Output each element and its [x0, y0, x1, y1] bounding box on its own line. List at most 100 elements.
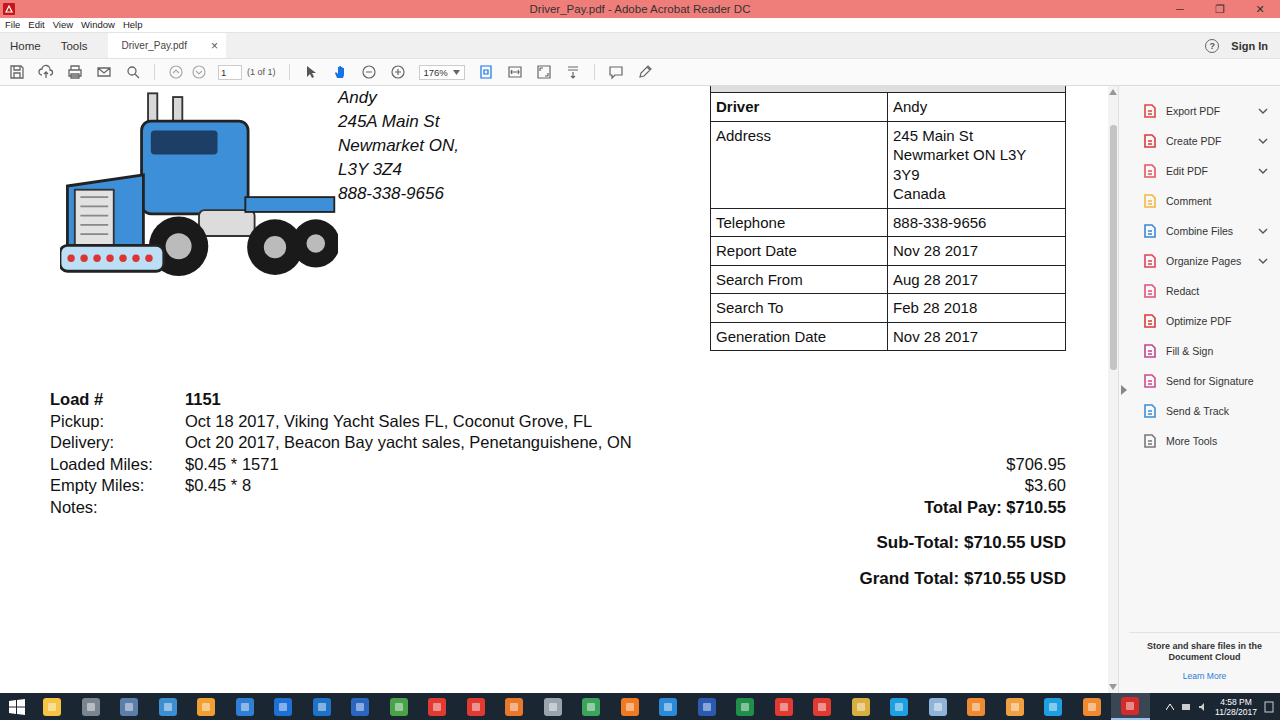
taskbar-app[interactable] [303, 693, 342, 720]
app-icon [196, 697, 216, 717]
menu-item[interactable]: Help [123, 18, 143, 32]
document-tab[interactable]: Driver_Pay.pdf× [108, 33, 226, 58]
full-view-icon[interactable] [536, 64, 552, 80]
page-up-icon[interactable] [168, 64, 184, 80]
taskbar-app[interactable] [688, 693, 727, 720]
chevron-down-icon[interactable] [1258, 108, 1268, 114]
tool-item[interactable]: Optimize PDF [1129, 306, 1280, 336]
start-button[interactable] [0, 693, 33, 720]
search-icon[interactable] [125, 64, 141, 80]
page-down-icon[interactable] [191, 64, 207, 80]
collapse-panel-icon[interactable] [1121, 385, 1127, 395]
tool-item[interactable]: Organize Pages [1129, 246, 1280, 276]
menu-item[interactable]: Edit [28, 18, 44, 32]
taskbar-app[interactable] [649, 693, 688, 720]
zoom-dropdown[interactable]: 176% [419, 65, 465, 80]
taskbar-app[interactable] [534, 693, 573, 720]
window-control-button[interactable]: ✕ [1240, 0, 1280, 18]
taskbar-app[interactable] [1111, 693, 1150, 720]
comment-icon[interactable] [608, 64, 624, 80]
taskbar-app[interactable] [572, 693, 611, 720]
vertical-scrollbar[interactable] [1108, 86, 1118, 693]
window-control-button[interactable]: ─ [1160, 0, 1200, 18]
width-view-icon[interactable] [507, 64, 523, 80]
zoomin-icon[interactable] [390, 64, 406, 80]
taskbar-app[interactable] [149, 693, 188, 720]
notes-label: Notes: [50, 497, 185, 519]
menu-item[interactable]: Window [81, 18, 115, 32]
print-icon[interactable] [67, 64, 83, 80]
tool-item[interactable]: Export PDF [1129, 96, 1280, 126]
tool-item[interactable]: Send & Track [1129, 396, 1280, 426]
pen-icon[interactable] [637, 64, 653, 80]
chevron-down-icon[interactable] [1258, 168, 1268, 174]
zoomout-icon[interactable] [361, 64, 377, 80]
sign-in-button[interactable]: Sign In [1231, 40, 1268, 52]
tool-item[interactable]: More Tools [1129, 426, 1280, 456]
taskbar-app[interactable] [495, 693, 534, 720]
fit-view-icon[interactable] [478, 64, 494, 80]
scroll-thumb[interactable] [1110, 125, 1117, 370]
taskbar-app[interactable] [264, 693, 303, 720]
tool-item[interactable]: Fill & Sign [1129, 336, 1280, 366]
taskbar-app[interactable] [996, 693, 1035, 720]
stop-row: Delivery:Oct 20 2017, Beacon Bay yacht s… [50, 432, 1066, 454]
menu-item[interactable]: View [53, 18, 73, 32]
taskbar-app[interactable] [457, 693, 496, 720]
menu-item[interactable]: File [5, 18, 20, 32]
windows-logo-icon [9, 699, 25, 715]
close-tab-button[interactable]: × [211, 39, 218, 53]
chevron-down-icon[interactable] [1258, 228, 1268, 234]
tool-icon [1143, 254, 1157, 268]
chevron-down-icon[interactable] [1258, 258, 1268, 264]
tool-item[interactable]: Combine Files [1129, 216, 1280, 246]
taskbar-app[interactable] [957, 693, 996, 720]
scroll-down-icon[interactable] [1109, 684, 1117, 690]
taskbar-app[interactable] [380, 693, 419, 720]
taskbar-app[interactable] [765, 693, 804, 720]
taskbar-app[interactable] [1073, 693, 1112, 720]
nav-link[interactable]: Home [0, 33, 51, 58]
upload-icon[interactable] [38, 64, 54, 80]
scroll-view-icon[interactable] [565, 64, 581, 80]
clock[interactable]: 4:58 PM11/28/2017 [1215, 697, 1257, 717]
tool-item[interactable]: Redact [1129, 276, 1280, 306]
window-control-button[interactable]: ❐ [1200, 0, 1240, 18]
page-number-field[interactable]: 1 [218, 65, 242, 80]
taskbar-app[interactable] [611, 693, 650, 720]
scroll-up-icon[interactable] [1109, 89, 1117, 95]
select-cursor-icon[interactable] [303, 64, 319, 80]
taskbar-app[interactable] [110, 693, 149, 720]
nav-link[interactable]: Tools [51, 33, 98, 58]
tool-item[interactable]: Comment [1129, 186, 1280, 216]
panel-toggle[interactable] [1118, 86, 1129, 693]
taskbar-app[interactable] [418, 693, 457, 720]
taskbar-app[interactable] [226, 693, 265, 720]
taskbar-app[interactable] [919, 693, 958, 720]
document-view[interactable]: Andy245A Main StNewmarket ON,L3Y 3Z4888-… [0, 86, 1108, 693]
letterhead: Andy245A Main StNewmarket ON,L3Y 3Z4888-… [50, 86, 459, 286]
tool-item[interactable]: Create PDF [1129, 126, 1280, 156]
mail-icon[interactable] [96, 64, 112, 80]
taskbar-app[interactable] [842, 693, 881, 720]
tool-item[interactable]: Send for Signature [1129, 366, 1280, 396]
taskbar-app[interactable] [341, 693, 380, 720]
save-icon[interactable] [9, 64, 25, 80]
tool-item[interactable]: Edit PDF [1129, 156, 1280, 186]
hand-tool-icon[interactable] [332, 64, 348, 80]
taskbar-app[interactable] [72, 693, 111, 720]
notifications-icon[interactable] [1264, 701, 1274, 713]
taskbar-app[interactable] [880, 693, 919, 720]
taskbar-app[interactable] [187, 693, 226, 720]
taskbar-app[interactable] [33, 693, 72, 720]
learn-more-link[interactable]: Learn More [1137, 671, 1272, 681]
help-button[interactable]: ? [1205, 39, 1219, 53]
window-controls: ─❐✕ [1150, 0, 1280, 18]
taskbar-app[interactable] [1034, 693, 1073, 720]
network-icon[interactable] [1181, 702, 1191, 712]
chevron-down-icon[interactable] [1258, 138, 1268, 144]
volume-icon[interactable] [1198, 702, 1208, 712]
taskbar-app[interactable] [726, 693, 765, 720]
taskbar-app[interactable] [803, 693, 842, 720]
tray-arrow-icon[interactable] [1166, 704, 1174, 710]
